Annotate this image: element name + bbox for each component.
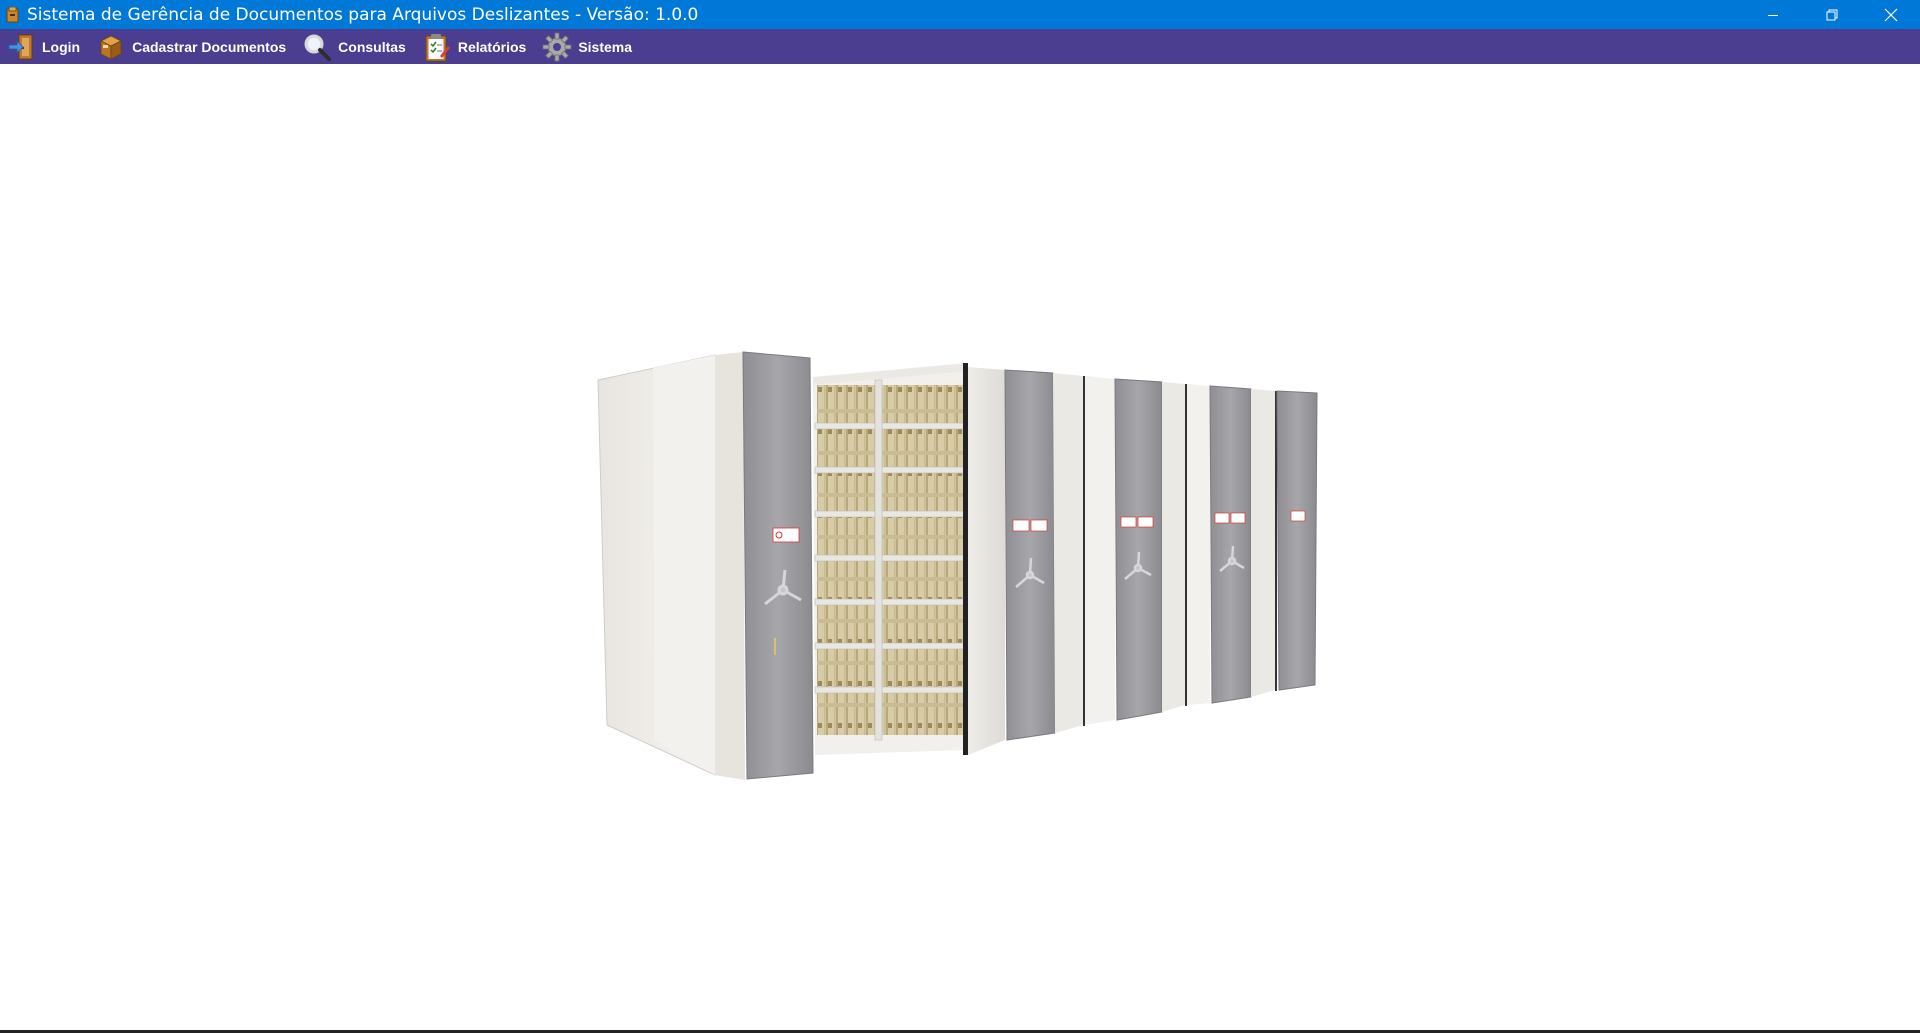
menu-item-login[interactable]: Login bbox=[0, 29, 90, 64]
clipboard-icon bbox=[422, 32, 452, 62]
minimize-button[interactable] bbox=[1743, 0, 1802, 29]
box-icon bbox=[96, 32, 126, 62]
restore-icon bbox=[1826, 9, 1837, 20]
gear-icon bbox=[542, 32, 572, 62]
restore-button[interactable] bbox=[1802, 0, 1861, 29]
menu-label-sistema: Sistema bbox=[578, 38, 633, 55]
menu-item-consultas[interactable]: Consultas bbox=[296, 29, 416, 64]
menu-label-relatorios: Relatórios bbox=[457, 38, 527, 55]
menu-label-consultas: Consultas bbox=[338, 38, 406, 55]
menu-item-relatorios[interactable]: Relatórios bbox=[416, 29, 536, 64]
login-door-icon bbox=[6, 32, 36, 62]
search-icon bbox=[302, 32, 332, 62]
minimize-icon bbox=[1767, 14, 1778, 16]
menu-bar: Login Cadastrar Documentos Consultas Rel… bbox=[0, 29, 1920, 64]
menu-item-sistema[interactable]: Sistema bbox=[536, 29, 642, 64]
window-title: Sistema de Gerência de Documentos para A… bbox=[27, 4, 699, 25]
close-button[interactable] bbox=[1861, 0, 1920, 29]
menu-label-login: Login bbox=[42, 38, 81, 55]
app-icon bbox=[6, 6, 19, 22]
menu-item-cadastrar-documentos[interactable]: Cadastrar Documentos bbox=[90, 29, 296, 64]
close-icon bbox=[1884, 8, 1897, 21]
menu-label-cadastrar-documentos: Cadastrar Documentos bbox=[132, 38, 287, 55]
title-bar: Sistema de Gerência de Documentos para A… bbox=[0, 0, 1920, 29]
mobile-shelving-cabinet-illustration bbox=[597, 351, 1318, 780]
